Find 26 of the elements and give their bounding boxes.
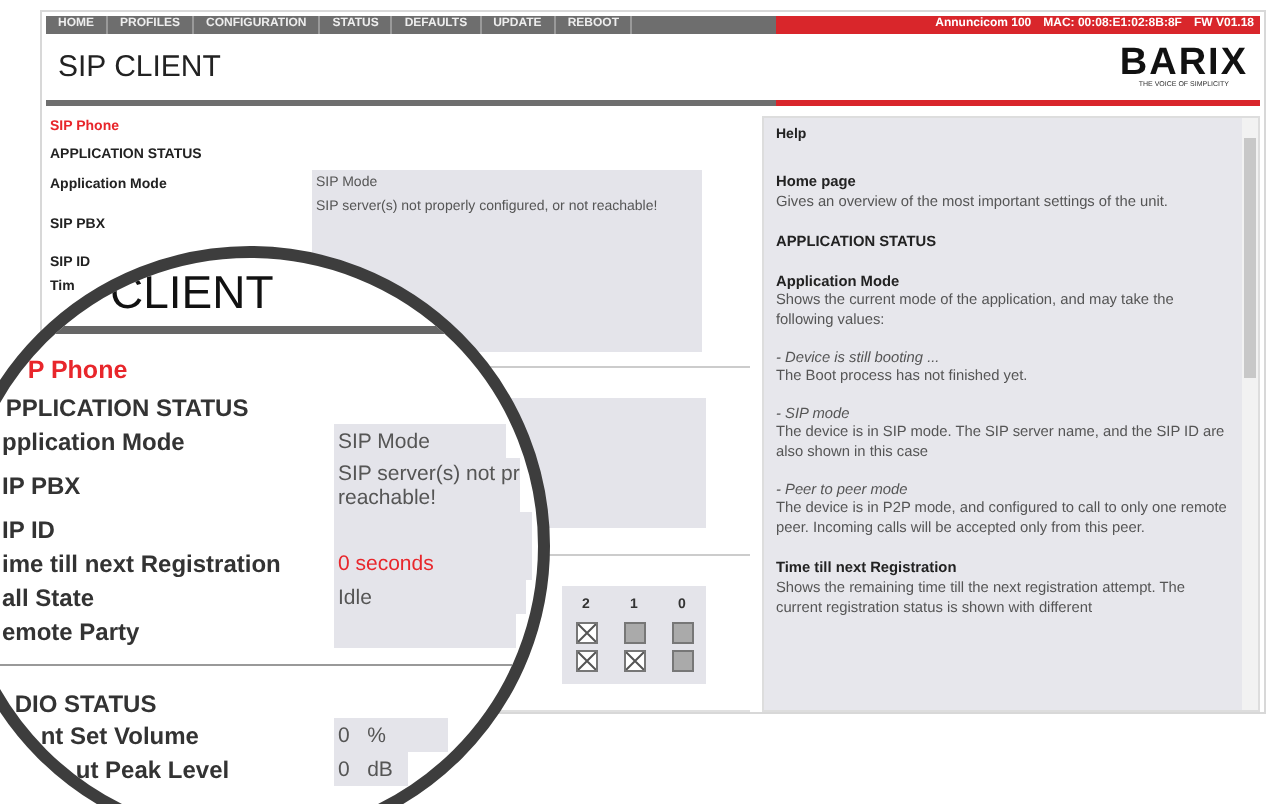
section-title: P Phone (25, 356, 128, 388)
field-value: 0 seconds (334, 546, 532, 580)
checkbox[interactable] (575, 621, 597, 643)
field-value: Idle (334, 580, 526, 614)
field-label: pplication Mode (0, 425, 187, 458)
field-label: emote Party (0, 615, 142, 648)
field-label: IP PBX (0, 469, 83, 503)
checkbox[interactable] (575, 649, 597, 671)
checkbox[interactable] (623, 621, 645, 643)
field-label: ime till next Registration (0, 547, 283, 580)
section-heading: DIO STATUS (12, 688, 159, 718)
checkbox[interactable] (671, 649, 693, 671)
field-value: SIP Mode (334, 424, 506, 458)
field-label: all State (0, 581, 97, 614)
field-value: 0 % (334, 718, 448, 752)
field-label: nt Set Volume (38, 719, 201, 752)
field-label: IP ID (0, 513, 57, 546)
section-heading: PPLICATION STATUS (3, 391, 251, 424)
scrollbar[interactable] (1242, 118, 1258, 710)
page-title: SIP CLIENT (58, 50, 221, 84)
logo: BARIX (1119, 45, 1248, 79)
checkbox[interactable] (623, 649, 645, 671)
field-value: 0 dB (334, 752, 408, 786)
field-label: ut Peak Level (73, 753, 232, 786)
checkbox[interactable] (671, 621, 693, 643)
field-value: SIP server(s) not pr reachable! (334, 458, 520, 512)
